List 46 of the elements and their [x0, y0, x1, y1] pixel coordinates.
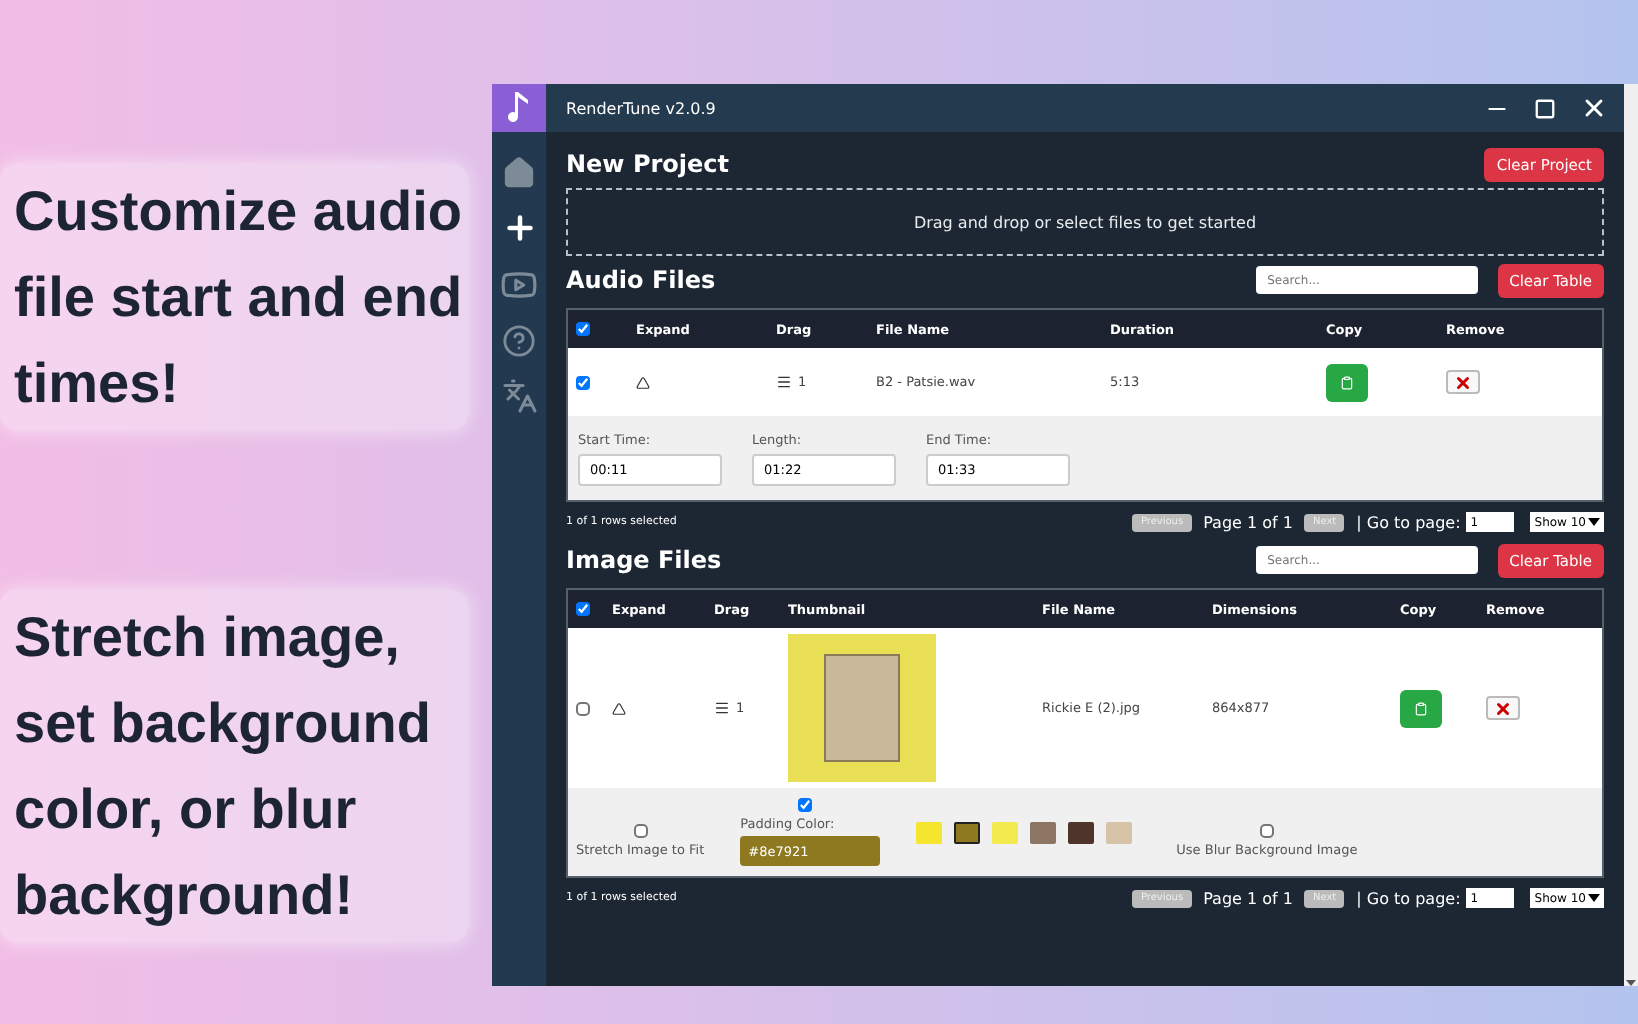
- go-to-page-label: | Go to page:: [1356, 513, 1461, 531]
- section-heading: Audio Files: [566, 266, 718, 294]
- feature-caption: Customize audio file start and end times!: [0, 164, 468, 430]
- drag-handle-icon: [714, 700, 730, 716]
- color-swatch[interactable]: [916, 821, 943, 843]
- page-indicator: Page 1 of 1: [1203, 889, 1293, 907]
- copy-button[interactable]: [1326, 363, 1368, 401]
- clipboard-icon: [1414, 701, 1428, 715]
- close-icon[interactable]: [1580, 94, 1608, 122]
- close-icon: [1494, 699, 1512, 717]
- plus-icon[interactable]: [501, 210, 537, 246]
- row-checkbox[interactable]: [576, 375, 590, 389]
- padding-color-checkbox[interactable]: [798, 798, 813, 812]
- copy-button[interactable]: [1400, 689, 1442, 727]
- select-all-checkbox[interactable]: [576, 322, 590, 336]
- select-all-checkbox[interactable]: [576, 602, 590, 616]
- help-icon[interactable]: [502, 324, 536, 358]
- caret-icon: [1588, 894, 1600, 902]
- scrollbar[interactable]: [1624, 84, 1638, 986]
- translate-icon[interactable]: [501, 378, 537, 414]
- page-heading: New Project: [566, 150, 732, 178]
- remove-button[interactable]: [1486, 696, 1520, 720]
- close-icon: [1454, 373, 1472, 391]
- row-checkbox[interactable]: [576, 701, 590, 715]
- clipboard-icon: [1340, 375, 1354, 389]
- maximize-icon[interactable]: [1534, 97, 1556, 119]
- home-icon[interactable]: [502, 156, 536, 190]
- section-heading: Image Files: [566, 546, 724, 574]
- color-swatch[interactable]: [992, 821, 1019, 843]
- stretch-checkbox[interactable]: [633, 823, 648, 837]
- play-icon[interactable]: [500, 266, 538, 304]
- page-indicator: Page 1 of 1: [1203, 513, 1293, 531]
- scroll-down-icon[interactable]: [1626, 980, 1636, 986]
- blur-checkbox[interactable]: [1259, 823, 1274, 837]
- caret-icon: [1588, 518, 1600, 526]
- window-title: RenderTune v2.0.9: [566, 99, 718, 117]
- drag-handle-icon: [776, 374, 792, 390]
- color-swatch[interactable]: [1030, 821, 1057, 843]
- color-swatch[interactable]: [954, 821, 981, 843]
- file-dropzone[interactable]: Drag and drop or select files to get started: [566, 188, 1604, 256]
- go-to-page-label: | Go to page:: [1356, 889, 1461, 907]
- color-swatch[interactable]: [1068, 821, 1095, 843]
- color-swatch[interactable]: [1106, 821, 1133, 843]
- music-note-logo: [492, 84, 546, 132]
- remove-button[interactable]: [1446, 370, 1480, 394]
- feature-caption: Stretch image, set background color, or blur background!: [0, 590, 468, 942]
